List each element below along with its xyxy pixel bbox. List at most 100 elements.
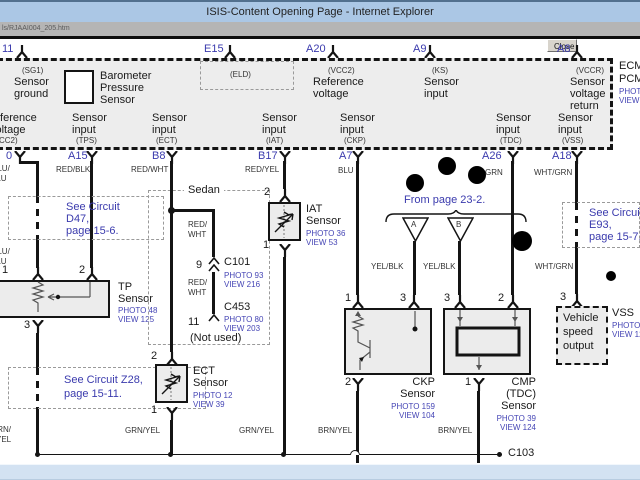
wire-label: BRN/YEL — [318, 426, 352, 435]
wire — [170, 161, 173, 352]
iat-photo-link[interactable]: PHOTO 36 — [306, 229, 345, 238]
tps-line1: Sensor — [72, 112, 107, 124]
junction-dot — [281, 452, 286, 457]
thermistor-symbol — [155, 364, 188, 403]
ks-line2: input — [424, 88, 448, 100]
ckp-name2: Sensor — [344, 388, 435, 400]
c103-name: C103 — [508, 447, 534, 459]
pickup-coil-symbol — [443, 308, 531, 375]
ecm-photo-link[interactable]: PHOTO — [619, 87, 640, 96]
iat-view-link[interactable]: VIEW 53 — [306, 238, 338, 247]
wire-label: GRN — [485, 168, 503, 177]
junction-dot — [497, 452, 502, 457]
wire — [511, 161, 514, 295]
wire — [171, 209, 215, 212]
sg1-tag: (SG1) — [22, 66, 43, 75]
wire — [458, 241, 461, 295]
vss-photo-link[interactable]: PHOTO — [612, 321, 640, 330]
sedan-label: Sedan — [184, 184, 224, 196]
see-circuit-d47[interactable]: See Circuit — [66, 201, 120, 213]
cmp-photo-link[interactable]: PHOTO 39 — [446, 414, 536, 423]
ecm-view-link[interactable]: VIEW — [619, 96, 639, 105]
title-bar: ISIS-Content Opening Page - Internet Exp… — [0, 0, 640, 22]
chevron-connector-icon — [208, 264, 220, 272]
tps-tag: (TPS) — [76, 136, 97, 145]
wire-label: BRN/YEL — [438, 426, 472, 435]
ground-bus-line — [36, 454, 350, 455]
ckp-view-link[interactable]: VIEW 104 — [344, 411, 435, 420]
ref-line1: Reference — [0, 112, 37, 124]
ckp-tag: (CKP) — [344, 136, 366, 145]
terminal-label: A20 — [306, 43, 326, 55]
cmp-pin3-label: 3 — [444, 292, 450, 304]
black-dot-annotation — [468, 166, 486, 184]
triangle-a-label: A — [411, 220, 416, 229]
see-circuit-e93[interactable]: page 15-7. — [589, 231, 640, 243]
iat-line2: input — [262, 124, 286, 136]
iat-tag: (IAT) — [266, 136, 283, 145]
ecm-name: ECM — [619, 60, 640, 72]
address-bar[interactable]: ls/RJAAI004_205.htm — [0, 22, 640, 36]
transistor-symbol — [344, 308, 432, 375]
see-circuit-z28[interactable]: page 15-11. — [64, 388, 122, 400]
vcc2-line1: Reference — [313, 76, 364, 88]
vss-box-line3: output — [563, 340, 594, 352]
c453-photo-link[interactable]: PHOTO 80 — [224, 315, 263, 324]
ect-tag: (ECT) — [156, 136, 177, 145]
see-circuit-e93[interactable]: E93, — [589, 219, 612, 231]
wire — [36, 161, 39, 196]
wire-label: BLU — [0, 174, 7, 183]
see-circuit-e93[interactable]: See Circuit — [589, 207, 640, 219]
tp-pin3-label: 3 — [24, 319, 30, 331]
not-used-note: (Not used) — [190, 332, 241, 344]
junction-dot — [35, 452, 40, 457]
baro-line2: Pressure — [100, 82, 144, 94]
black-dot-annotation — [606, 271, 616, 281]
wire-label: BLU/ — [0, 247, 10, 256]
wire-label: BLU/ — [0, 164, 10, 173]
triangle-b-label: B — [456, 220, 461, 229]
wire — [575, 161, 578, 203]
wire — [36, 410, 39, 455]
ckp-line1: Sensor — [340, 112, 375, 124]
wire — [283, 161, 286, 189]
iat-line1: Sensor — [262, 112, 297, 124]
vccr-tag: (VCCR) — [576, 66, 604, 75]
bottom-scroll-strip[interactable] — [0, 464, 640, 480]
ect-pin1-label: 1 — [151, 404, 157, 416]
terminal-label: A18 — [552, 150, 572, 162]
ect-name1: ECT — [193, 365, 215, 377]
see-circuit-z28[interactable]: See Circuit Z28, — [64, 374, 143, 386]
iat-pin2-label: 2 — [264, 186, 270, 198]
c101-view-link[interactable]: VIEW 216 — [224, 280, 260, 289]
wire-label: RED/ — [188, 278, 207, 287]
baro-line1: Barometer — [100, 70, 151, 82]
chevron-connector-icon — [208, 314, 220, 322]
ect-photo-link[interactable]: PHOTO 12 — [193, 391, 232, 400]
black-dot-annotation — [512, 231, 532, 251]
terminal-label: A8 — [557, 43, 570, 55]
tdc-line1: Sensor — [496, 112, 531, 124]
from-page-note[interactable]: From page 23-2. — [404, 194, 485, 206]
pin-icon — [326, 45, 340, 58]
pin-icon — [351, 295, 365, 308]
wire — [36, 333, 39, 368]
black-dot-annotation — [406, 174, 424, 192]
wire-label: YEL/BLK — [371, 262, 403, 271]
ect-view-link[interactable]: VIEW 39 — [193, 400, 225, 409]
ckp-photo-link[interactable]: PHOTO 159 — [344, 402, 435, 411]
cmp-name1: CMP — [446, 376, 536, 388]
ckp-pin3-label: 3 — [400, 292, 406, 304]
wire-label: RED/BLK — [56, 165, 90, 174]
vss-tag: (VSS) — [562, 136, 583, 145]
wire — [356, 161, 359, 295]
ect-line2: input — [152, 124, 176, 136]
vss-view-link[interactable]: VIEW 12 — [612, 330, 640, 339]
wire-label: WHT — [188, 230, 206, 239]
see-circuit-d47[interactable]: page 15-6. — [66, 225, 119, 237]
ks-tag: (KS) — [432, 66, 448, 75]
iat-name1: IAT — [306, 203, 322, 215]
see-circuit-d47[interactable]: D47, — [66, 213, 89, 225]
c101-photo-link[interactable]: PHOTO 93 — [224, 271, 263, 280]
terminal-label: B8 — [152, 150, 165, 162]
